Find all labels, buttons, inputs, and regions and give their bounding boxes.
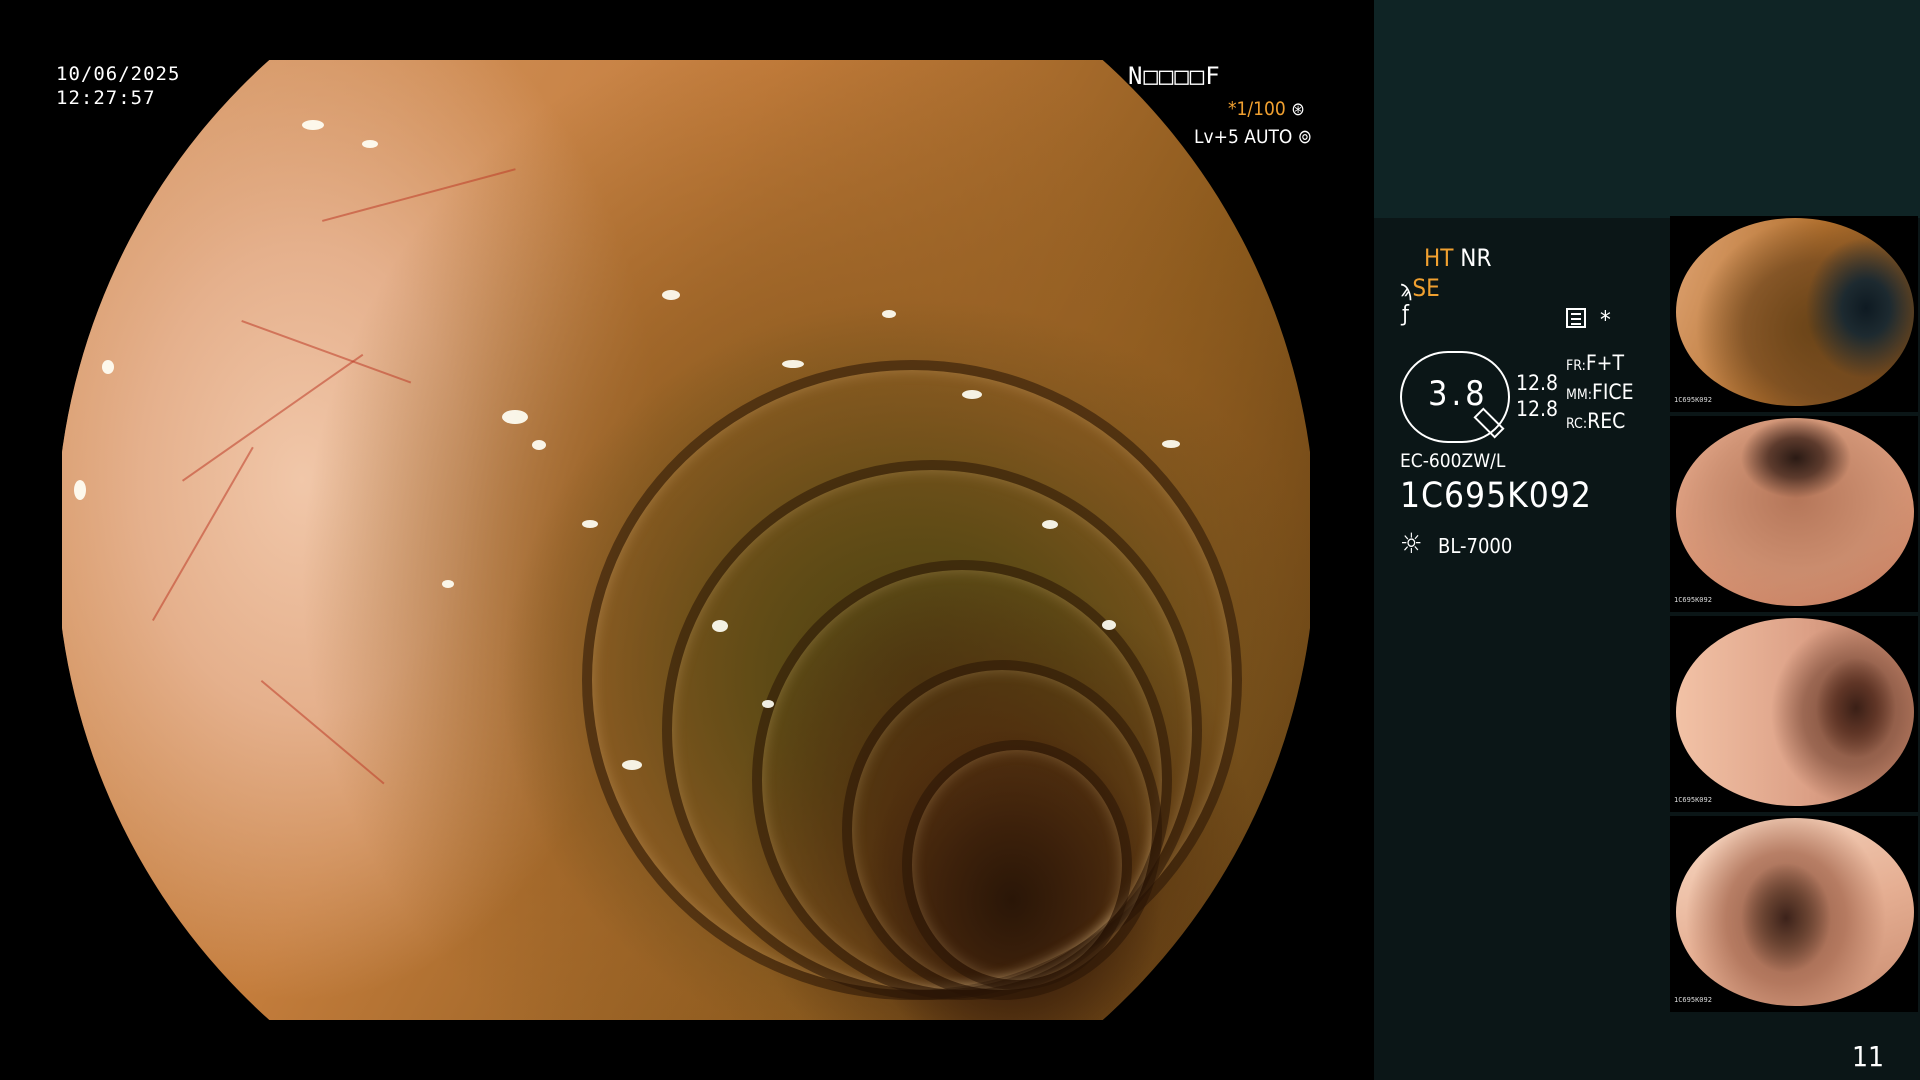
value-column: 12.8 12.8 <box>1516 370 1558 422</box>
mm-value: FICE <box>1591 380 1634 404</box>
aperture-icon: ⊛ <box>1291 99 1305 120</box>
specular-highlight <box>532 440 546 450</box>
specular-highlight <box>302 120 324 130</box>
thumbnail-2[interactable]: 1C695K092 <box>1670 416 1918 612</box>
iris-level-row: Lv+5 AUTO ⊚ <box>1194 126 1312 148</box>
vessel-line <box>260 680 385 785</box>
fold-ring <box>902 740 1132 990</box>
se-row: ϡSE <box>1400 274 1440 302</box>
vessel-line <box>241 320 412 384</box>
thumbnail-3[interactable]: 1C695K092 <box>1670 616 1918 812</box>
scope-model-label: EC-600ZW/L <box>1400 450 1506 472</box>
colon-lumen-image <box>62 60 1310 1020</box>
specular-highlight <box>782 360 804 368</box>
value-2: 12.8 <box>1516 397 1559 421</box>
thumbnail-tag: 1C695K092 <box>1674 396 1712 404</box>
date-label: 10/06/2025 <box>56 63 181 85</box>
thumbnail-tag: 1C695K092 <box>1674 996 1712 1004</box>
specular-highlight <box>882 310 896 318</box>
ht-label: HT <box>1424 244 1454 272</box>
nr-label: NR <box>1460 244 1492 272</box>
specular-highlight <box>662 290 680 300</box>
thumbnail-image <box>1676 418 1914 606</box>
iris-level-label: Lv+5 AUTO <box>1194 126 1293 148</box>
specular-highlight <box>102 360 114 374</box>
specular-highlight <box>1102 620 1116 630</box>
vessel-line <box>182 353 364 482</box>
scope-serial-label: 1C695K092 <box>1400 476 1592 516</box>
specular-highlight <box>442 580 454 588</box>
iris-auto-icon: ⊚ <box>1297 126 1313 148</box>
settings-list-icon <box>1566 308 1586 328</box>
value-1: 12.8 <box>1516 371 1559 395</box>
fr-row: FR:F+T <box>1566 350 1634 379</box>
thumbnail-tag: 1C695K092 <box>1674 596 1712 604</box>
specular-highlight <box>74 480 86 500</box>
vessel-line <box>322 168 516 222</box>
thumbnail-4[interactable]: 1C695K092 <box>1670 816 1918 1012</box>
shutter-speed-row: *1/100 ⊛ <box>1228 98 1305 120</box>
zoom-value: 3.8 <box>1428 374 1489 414</box>
page-number: 11 <box>1852 1040 1885 1073</box>
specular-highlight <box>712 620 728 632</box>
thumbnail-image <box>1676 818 1914 1006</box>
specular-highlight <box>1042 520 1058 529</box>
thumbnail-image <box>1676 218 1914 406</box>
thumbnail-image <box>1676 618 1914 806</box>
f-symbol-label: ƒ <box>1402 302 1409 327</box>
specular-highlight <box>362 140 378 148</box>
date-time-display: 10/06/2025 12:27:57 <box>56 62 180 110</box>
mm-key: MM: <box>1566 387 1592 403</box>
endoscope-live-view: 10/06/2025 12:27:57 N□□□□F *1/100 ⊛ Lv+5… <box>0 0 1374 1080</box>
structure-enhance-icon: ϡ <box>1400 277 1413 302</box>
specular-highlight <box>582 520 598 528</box>
ht-nr-row: HT NR <box>1424 244 1491 272</box>
specular-highlight <box>1162 440 1180 448</box>
time-label: 12:27:57 <box>56 87 156 109</box>
light-source-icon: ☼ <box>1400 527 1423 560</box>
fr-key: FR: <box>1566 358 1586 374</box>
shutter-speed-label: *1/100 <box>1228 98 1286 120</box>
mm-row: MM:FICE <box>1566 379 1634 408</box>
rc-key: RC: <box>1566 416 1588 432</box>
star-label: * <box>1600 306 1611 334</box>
vessel-line <box>152 446 254 621</box>
fr-value: F+T <box>1585 351 1625 375</box>
specular-highlight <box>762 700 774 708</box>
se-label: SE <box>1412 274 1440 302</box>
rc-row: RC:REC <box>1566 408 1634 437</box>
specular-highlight <box>622 760 642 770</box>
info-panel-header <box>1374 0 1920 218</box>
thumbnail-tag: 1C695K092 <box>1674 796 1712 804</box>
mode-labels: FR:F+T MM:FICE RC:REC <box>1566 350 1634 437</box>
thumbnail-1[interactable]: 1C695K092 <box>1670 216 1918 412</box>
specular-highlight <box>502 410 528 424</box>
specular-highlight <box>962 390 982 399</box>
light-source-label: BL-7000 <box>1438 534 1513 558</box>
rc-value: REC <box>1587 409 1626 433</box>
patient-id-label: N□□□□F <box>1128 62 1221 90</box>
